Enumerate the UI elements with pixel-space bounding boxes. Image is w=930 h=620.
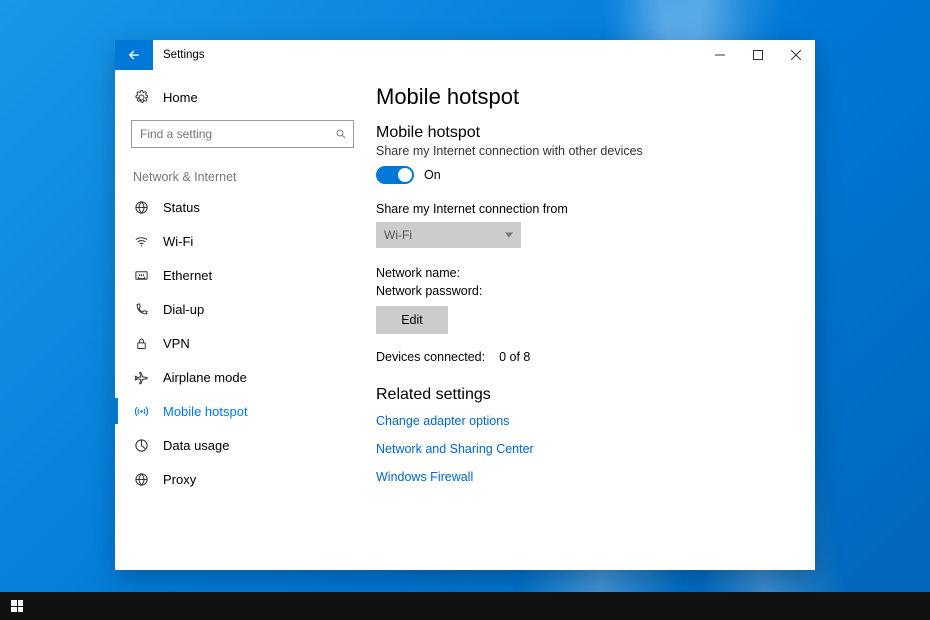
hotspot-icon — [133, 404, 149, 419]
home-link[interactable]: Home — [131, 80, 354, 114]
related-settings-title: Related settings — [376, 386, 795, 404]
sidebar-item-label: Airplane mode — [163, 370, 247, 385]
devices-connected-row: Devices connected: 0 of 8 — [376, 350, 795, 364]
arrow-left-icon — [127, 48, 141, 62]
sidebar-item-vpn[interactable]: VPN — [131, 326, 354, 360]
lock-icon — [133, 336, 149, 351]
sidebar-category: Network & Internet — [133, 170, 354, 184]
edit-button-label: Edit — [401, 313, 423, 327]
sidebar: Home Network & Internet Status Wi-Fi — [115, 70, 370, 570]
settings-window: Settings Home — [115, 40, 815, 570]
section-subtitle: Share my Internet connection with other … — [376, 144, 795, 158]
sidebar-item-label: Mobile hotspot — [163, 404, 248, 419]
sidebar-item-dialup[interactable]: Dial-up — [131, 292, 354, 326]
sidebar-item-ethernet[interactable]: Ethernet — [131, 258, 354, 292]
ethernet-icon — [133, 268, 149, 283]
airplane-icon — [133, 370, 149, 385]
sidebar-item-mobile-hotspot[interactable]: Mobile hotspot — [131, 394, 354, 428]
taskbar[interactable] — [0, 592, 930, 620]
devices-connected-label: Devices connected: — [376, 350, 485, 364]
sidebar-item-proxy[interactable]: Proxy — [131, 462, 354, 496]
gear-icon — [133, 90, 149, 105]
maximize-button[interactable] — [739, 40, 777, 70]
minimize-button[interactable] — [701, 40, 739, 70]
sidebar-item-label: Wi-Fi — [163, 234, 193, 249]
sidebar-item-wifi[interactable]: Wi-Fi — [131, 224, 354, 258]
maximize-icon — [753, 50, 763, 60]
sidebar-item-status[interactable]: Status — [131, 190, 354, 224]
search-settings-input[interactable] — [131, 120, 354, 148]
edit-button[interactable]: Edit — [376, 306, 448, 334]
sidebar-item-label: Data usage — [163, 438, 230, 453]
link-windows-firewall[interactable]: Windows Firewall — [376, 470, 795, 484]
phone-icon — [133, 302, 149, 317]
link-change-adapter-options[interactable]: Change adapter options — [376, 414, 795, 428]
back-button[interactable] — [115, 40, 153, 70]
minimize-icon — [715, 50, 725, 60]
link-network-sharing-center[interactable]: Network and Sharing Center — [376, 442, 795, 456]
wifi-icon — [133, 234, 149, 249]
sidebar-item-label: Proxy — [163, 472, 196, 487]
home-label: Home — [163, 90, 198, 105]
main-content: Mobile hotspot Mobile hotspot Share my I… — [370, 70, 815, 570]
sidebar-item-label: Ethernet — [163, 268, 212, 283]
share-from-label: Share my Internet connection from — [376, 202, 795, 216]
start-button[interactable] — [0, 592, 34, 620]
close-button[interactable] — [777, 40, 815, 70]
sidebar-item-label: VPN — [163, 336, 190, 351]
search-icon — [335, 128, 347, 140]
section-title: Mobile hotspot — [376, 124, 795, 142]
data-usage-icon — [133, 438, 149, 453]
sidebar-item-data-usage[interactable]: Data usage — [131, 428, 354, 462]
window-title: Settings — [153, 40, 215, 70]
globe-icon — [133, 200, 149, 215]
hotspot-toggle[interactable] — [376, 166, 414, 184]
sidebar-item-label: Status — [163, 200, 200, 215]
page-title: Mobile hotspot — [376, 84, 795, 110]
windows-logo-icon — [11, 600, 23, 612]
titlebar: Settings — [115, 40, 815, 70]
dropdown-value: Wi-Fi — [384, 228, 412, 242]
network-password-label: Network password: — [376, 284, 795, 298]
sidebar-item-label: Dial-up — [163, 302, 204, 317]
share-from-dropdown[interactable]: Wi-Fi — [376, 222, 521, 248]
sidebar-item-airplane[interactable]: Airplane mode — [131, 360, 354, 394]
globe-icon — [133, 472, 149, 487]
close-icon — [791, 50, 801, 60]
toggle-state-label: On — [424, 168, 441, 182]
devices-connected-value: 0 of 8 — [499, 350, 530, 364]
search-field[interactable] — [140, 127, 335, 141]
network-name-label: Network name: — [376, 266, 795, 280]
